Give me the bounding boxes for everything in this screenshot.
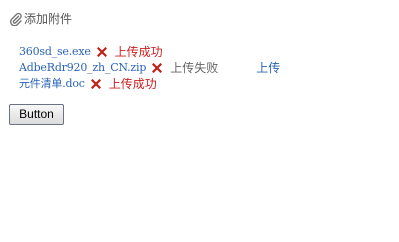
delete-icon[interactable] [96, 47, 107, 57]
retry-upload-link[interactable]: 上传 [256, 60, 280, 76]
upload-status: 上传失败 [170, 61, 219, 75]
delete-icon[interactable] [90, 79, 101, 89]
delete-icon[interactable] [152, 63, 163, 73]
attachment-row: AdbeRdr920_zh_CN.zip 上传失败 上传 [19, 60, 280, 76]
file-name-link[interactable]: 元件清单.doc [19, 76, 85, 92]
paperclip-icon [9, 12, 22, 26]
upload-status: 上传成功 [114, 45, 163, 59]
attachment-row: 元件清单.doc 上传成功 [19, 76, 280, 92]
submit-button[interactable]: Button [9, 104, 64, 125]
file-name-link[interactable]: 360sd_se.exe [19, 44, 91, 60]
file-name-link[interactable]: AdbeRdr920_zh_CN.zip [19, 60, 146, 76]
upload-status: 上传成功 [108, 77, 157, 91]
attachment-row: 360sd_se.exe 上传成功 [19, 44, 280, 60]
add-attachment-link[interactable]: 添加附件 [9, 11, 72, 27]
add-attachment-label: 添加附件 [24, 12, 73, 26]
attachment-list: 360sd_se.exe 上传成功 AdbeRdr920_zh_CN.zip 上… [19, 44, 280, 92]
